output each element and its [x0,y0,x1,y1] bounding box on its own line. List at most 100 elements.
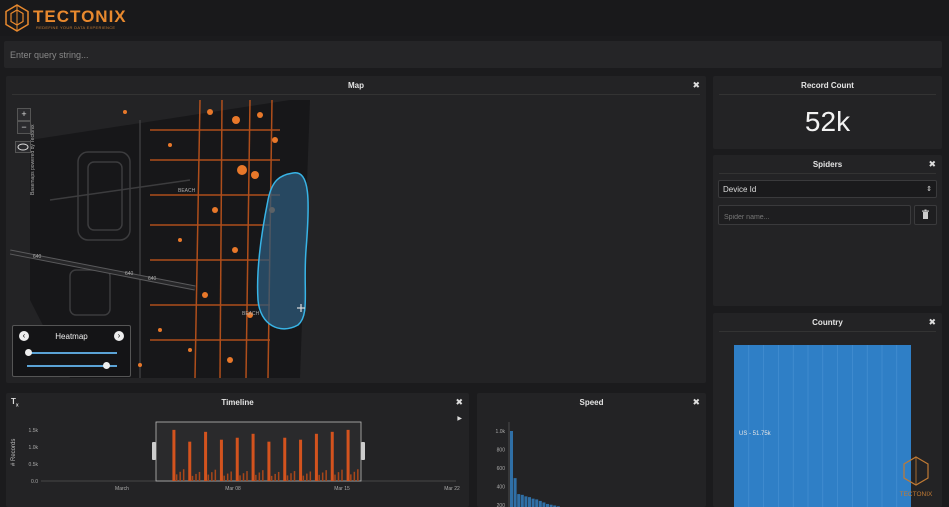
clear-filter-icon[interactable]: Tx [11,397,19,409]
select-value: Device Id [723,185,757,194]
y-tick-label: 200 [497,503,506,507]
timeline-bar [235,437,239,481]
zoom-out-button[interactable]: − [17,121,31,134]
y-tick-label: 1.5k [29,428,39,434]
heatmap-label: Heatmap [55,332,88,341]
brush-handle-left[interactable] [152,442,156,460]
close-icon[interactable]: ✖ [455,397,463,408]
timeline-bar [302,475,305,481]
timeline-bar [179,471,181,481]
close-icon[interactable]: ✖ [692,80,700,91]
slider-handle[interactable] [103,362,110,369]
country-bar-label: US - 51.75k [739,431,772,437]
timeline-bar [175,474,178,481]
x-tick-label: Mar 15 [334,486,350,492]
panel-divider [12,94,700,95]
heatmap-slider-1[interactable] [25,349,117,356]
lasso-icon[interactable] [15,141,31,153]
y-tick-label: 1.0k [29,445,39,451]
timeline-bar [277,471,280,481]
timeline-bar [207,474,210,481]
timeline-chart[interactable]: # Records 1.5k 1.0k 0.5k 0.0 March Mar 08 Mar… [6,418,469,507]
timeline-bar [330,431,334,481]
timeline-bar [230,471,232,481]
speed-bar [531,498,535,507]
heatmap-slider-2[interactable] [27,362,117,369]
timeline-brush[interactable] [155,421,362,482]
brush-handle-right[interactable] [361,442,365,460]
zoom-in-button[interactable]: + [17,108,31,121]
timeline-bar [223,475,225,481]
slider-handle[interactable] [25,349,32,356]
timeline-bar [290,473,292,481]
timeline-bar [283,437,287,481]
map-panel-title: Map [348,81,364,90]
speed-bar [520,494,524,507]
speed-bar [510,431,513,507]
timeline-bar [325,470,327,481]
timeline-bar [341,469,343,481]
country-title: Country [812,318,843,327]
spiders-title: Spiders [812,160,843,169]
close-icon[interactable]: ✖ [692,397,700,408]
y-tick-label: 400 [497,485,506,491]
tectonix-logo-icon [5,4,29,32]
query-input[interactable] [4,41,936,68]
record-count-value: 52k [804,106,851,137]
timeline-bar [357,469,359,481]
chevron-right-icon[interactable]: › [114,331,124,341]
speed-bar [542,502,546,507]
timeline-bar [258,472,261,481]
timeline-bar [318,474,320,481]
query-bar [4,41,942,68]
road-label: 640 [148,276,157,282]
y-tick-label: 1.0k [496,429,506,435]
trash-icon [922,209,929,219]
y-tick-label: 600 [497,466,506,472]
spiders-panel: Spiders ✖ [713,155,942,306]
timeline-bar [321,472,324,481]
speed-title: Speed [579,398,604,407]
top-bar: TECTONIX REDEFINE YOUR DATA EXPERIENCE [0,0,949,36]
timeline-bar [182,469,185,481]
y-tick-label: 800 [497,448,506,454]
timeline-bar [262,470,264,481]
road-label: 640 [33,254,42,260]
spider-name-input[interactable] [719,208,909,227]
timeline-title: Timeline [221,398,254,407]
timeline-bar [346,429,350,481]
tectonix-watermark: TECTONIX [900,456,933,498]
y-tick-label: 0.0 [31,479,38,485]
timeline-bar [251,433,255,481]
timeline-bar [350,474,352,481]
close-icon[interactable]: ✖ [928,159,936,170]
brand-name: TECTONIX [33,7,127,26]
timeline-bar [195,473,197,481]
panel-divider [719,94,936,95]
timeline-bar [188,441,192,481]
timeline-bar [191,475,194,481]
speed-bar [538,500,542,507]
timeline-bar [274,473,276,481]
heatmap-control: ‹ Heatmap › [12,325,131,377]
timeline-bar [337,472,340,481]
timeline-bar [293,471,296,481]
brand-tagline: REDEFINE YOUR DATA EXPERIENCE [36,25,116,30]
close-icon[interactable]: ✖ [928,317,936,328]
timeline-bar [334,474,336,481]
speed-chart[interactable]: 1.0k 800 600 400 200 [477,418,706,507]
road-label: BEACH [178,188,196,194]
timeline-bar [198,471,201,481]
device-id-select[interactable]: Device Id ⇕ [718,180,937,198]
map-attribution: Basemaps powered by Tectonix [30,124,36,195]
timeline-bar [226,473,229,481]
timeline-bar [309,471,312,481]
delete-button[interactable] [914,205,937,225]
timeline-bar [172,429,176,481]
timeline-bar [299,439,303,481]
spider-name-field [718,205,911,227]
timeline-bar [219,439,223,481]
watermark-text: TECTONIX [900,491,933,498]
timeline-bar [214,469,217,481]
speed-bar [528,497,531,507]
